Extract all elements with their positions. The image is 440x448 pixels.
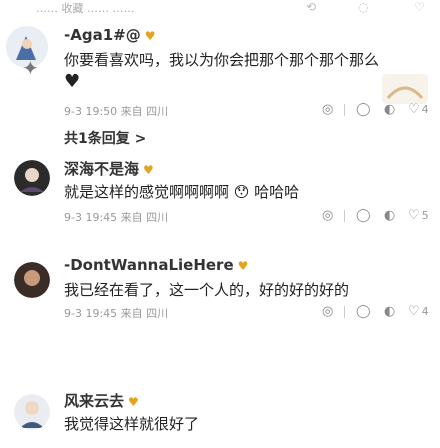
share-icon[interactable]: ⟲	[306, 0, 316, 14]
like-button[interactable]: ♡ 4	[408, 304, 429, 319]
like-count: 4	[421, 305, 429, 318]
share-icon[interactable]: ◎	[322, 208, 333, 223]
dislike-icon[interactable]: ◐	[384, 102, 395, 117]
divider	[344, 304, 345, 319]
dislike-icon[interactable]: ◐	[384, 208, 395, 223]
like-icon[interactable]: ♡	[408, 102, 420, 117]
avatar-image	[14, 394, 50, 430]
avatar[interactable]	[14, 160, 50, 196]
comment-item: 风来云去 ♥ 我觉得这样就很好了	[0, 386, 440, 448]
divider	[344, 208, 345, 223]
avatar-image	[14, 262, 50, 298]
comment-username[interactable]: -DontWannaLieHere ♥	[64, 256, 248, 274]
comment-meta: 9-3 19:45 来自 四川 ◎ ◯ ◐ ♡ 5	[64, 208, 429, 226]
like-button[interactable]: ♡ 4	[408, 102, 429, 117]
username-text[interactable]: -DontWannaLieHere	[64, 256, 234, 274]
divider	[344, 102, 345, 117]
comment-meta: 9-3 19:45 来自 四川 ◎ ◯ ◐ ♡ 4	[64, 304, 429, 322]
comment-time: 9-3 19:45 来自 四川	[64, 305, 168, 321]
location-text: 来自 四川	[120, 307, 169, 320]
time-text: 9-3 19:50	[64, 105, 118, 118]
comment-text: 我已经在看了，这一个人的，好的好的好的	[64, 281, 350, 299]
username-text[interactable]: -Aga1#@	[64, 26, 141, 44]
location-text: 来自 四川	[120, 105, 169, 118]
comment-icon[interactable]: ◌	[358, 0, 368, 14]
comment-username[interactable]: 深海不是海 ♥	[64, 158, 154, 179]
level-badge: ♥	[144, 29, 156, 43]
pin-icon: ✦	[22, 56, 39, 80]
top-partial-text: …… 收藏 …… ……	[36, 2, 135, 15]
share-icon[interactable]: ◎	[322, 102, 333, 117]
like-icon[interactable]: ♡	[408, 208, 420, 223]
comment-icon[interactable]: ◯	[356, 102, 371, 117]
comment-item: 深海不是海 ♥ 就是这样的感觉啊啊啊啊 😯 哈哈哈 9-3 19:45 来自 四川…	[0, 158, 440, 258]
comment-time: 9-3 19:45 来自 四川	[64, 209, 168, 225]
comment-icon[interactable]: ◯	[356, 208, 371, 223]
comment-meta: 9-3 19:50 来自 四川 ◎ ◯ ◐ ♡ 4	[64, 102, 429, 120]
like-button[interactable]: ♡ 5	[408, 208, 429, 223]
comment-icon[interactable]: ◯	[356, 304, 371, 319]
view-replies-link[interactable]: 共1条回复 >	[64, 128, 146, 148]
like-count: 5	[421, 209, 429, 222]
dislike-icon[interactable]: ◐	[384, 304, 395, 319]
level-badge: ♥	[143, 163, 154, 177]
level-badge: ♥	[128, 395, 139, 409]
comment-time: 9-3 19:50 来自 四川	[64, 103, 168, 119]
like-icon[interactable]: ♡	[414, 0, 425, 14]
location-text: 来自 四川	[120, 211, 169, 224]
like-icon[interactable]: ♡	[408, 304, 420, 319]
avatar[interactable]	[14, 394, 50, 430]
username-text[interactable]: 深海不是海	[64, 160, 139, 178]
time-text: 9-3 19:45	[64, 307, 118, 320]
avatar-image	[14, 160, 50, 196]
avatar[interactable]	[14, 262, 50, 298]
sticker-icon	[382, 74, 428, 104]
username-text[interactable]: 风来云去	[64, 392, 124, 410]
comment-username[interactable]: -Aga1#@ ♥	[64, 26, 155, 44]
share-icon[interactable]: ◎	[322, 304, 333, 319]
time-text: 9-3 19:45	[64, 211, 118, 224]
comment-text: 你要看喜欢吗，我以为你会把那个那个那个那么	[64, 51, 380, 69]
comment-item: -DontWannaLieHere ♥ 我已经在看了，这一个人的，好的好的好的 9…	[0, 256, 440, 356]
comment-username[interactable]: 风来云去 ♥	[64, 390, 139, 411]
comment-text: 就是这样的感觉啊啊啊啊 😯 哈哈哈	[64, 183, 300, 201]
top-partial-row: …… 收藏 …… …… ⟲ ◌ ♡	[0, 0, 440, 15]
comment-text-line2: ♥	[64, 72, 81, 92]
comment-text: 我觉得这样就很好了	[64, 415, 200, 433]
level-badge: ♥	[237, 259, 249, 273]
like-count: 4	[421, 103, 429, 116]
